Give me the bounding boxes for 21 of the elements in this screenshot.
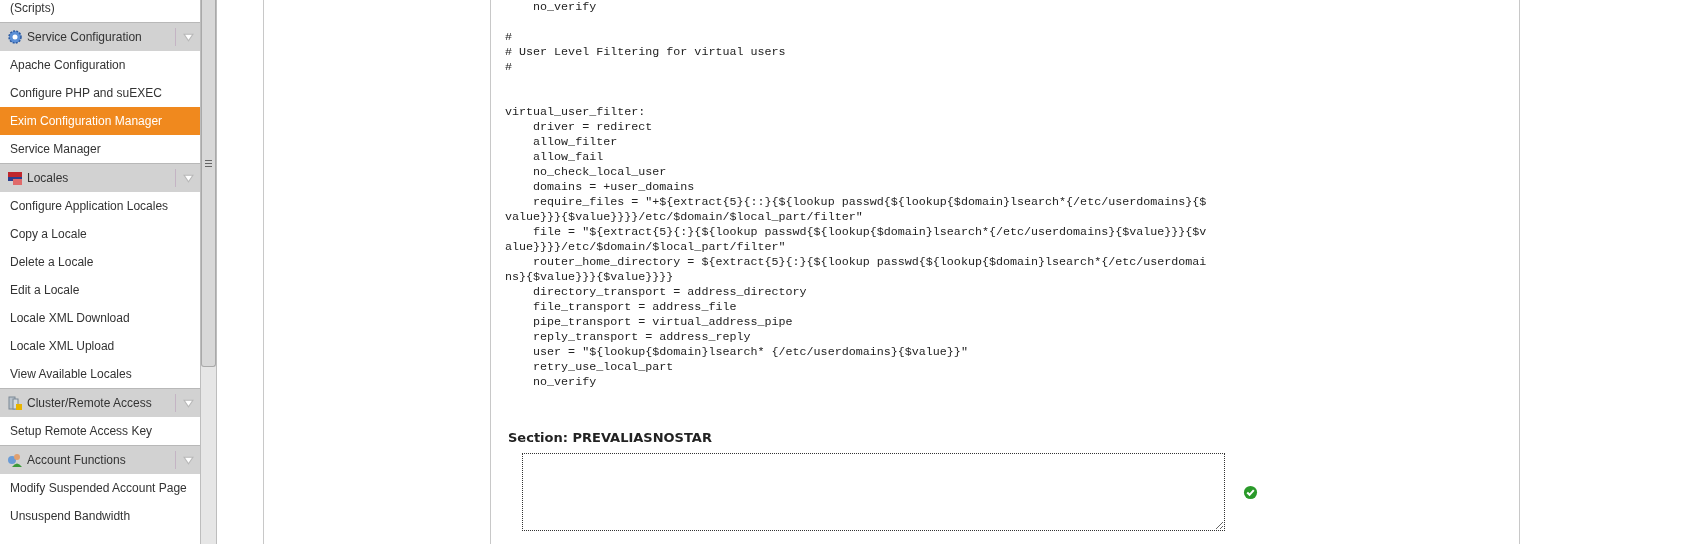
user-icon (7, 452, 23, 468)
caret-icon[interactable] (182, 398, 194, 408)
flag-icon (7, 170, 23, 186)
caret-icon[interactable] (182, 455, 194, 465)
section-title: Locales (27, 171, 70, 185)
section-title: Service Configuration (27, 30, 143, 44)
sidebar-section-header[interactable]: Service Configuration (0, 22, 200, 51)
caret-icon[interactable] (182, 32, 194, 42)
sidebar-section-header[interactable]: Account Functions (0, 445, 200, 474)
server-lock-icon (7, 395, 23, 411)
scrollbar[interactable] (200, 0, 217, 544)
sidebar-section-header[interactable]: Cluster/Remote Access (0, 388, 200, 417)
scrollbar-thumb[interactable] (201, 0, 216, 367)
caret-icon[interactable] (182, 173, 194, 183)
sidebar-section-header[interactable]: Locales (0, 163, 200, 192)
section-heading: Section: PREVALIASNOSTAR (508, 430, 713, 445)
text-area[interactable] (522, 453, 1225, 531)
gear-icon (7, 29, 23, 45)
section-title: Account Functions (27, 453, 127, 467)
code-text: no_verify # # User Level Filtering for virtual users # virtual_user_filter: driver = redirect allow_filter allow_fail no_check_local_user domains = +user_domains require_files = "+${extract{5}{::}{${lookup passwd{${lookup{$domain}lsearch*{/etc/userdomains}{$ value}}}{$value}}}}/etc/$domain/$local_part/filter" file = "${extract{5}{:}{${lookup passwd{${lookup{$domain}lsearch*{/etc/userdomains}{$value}}}{$v alue}}}}/etc/$domain/$local_part/filter" router_home_directory = ${extract{5}{:}{${lookup passwd{${lookup{$domain}lsearch*{/etc/userdomai ns}{$value}}}{$value}}}} directory_transport = address_directory file_transport = address_file pipe_transport = virtual_address_pipe reply_transport = address_reply user = "${lookup{$domain}lsearch* {/etc/userdomains}{$value}}" retry_use_local_part no_verify (505, 0, 1208, 390)
section-title: Cluster/Remote Access (27, 396, 153, 410)
